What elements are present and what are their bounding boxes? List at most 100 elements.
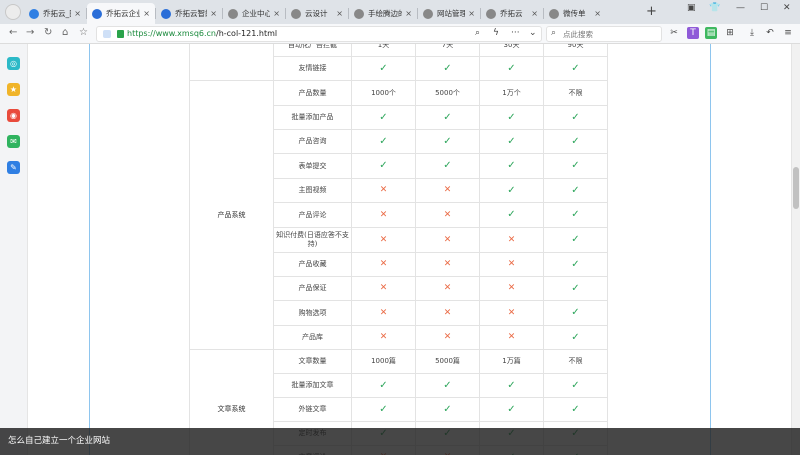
cross-icon: ✕ — [379, 259, 388, 269]
check-icon: ✓ — [571, 135, 580, 147]
tab-close-icon[interactable]: × — [405, 9, 412, 18]
cross-icon: ✕ — [415, 300, 480, 326]
browser-tab[interactable]: 乔拓云_图× — [24, 3, 86, 24]
undo-icon[interactable]: ↶ — [764, 27, 776, 39]
cross-icon: ✕ — [415, 178, 480, 203]
download-icon[interactable]: ⤓ — [746, 27, 758, 39]
cross-icon: ✕ — [379, 234, 388, 245]
check-icon: ✓ — [379, 111, 388, 123]
tab-favicon-icon — [423, 8, 433, 19]
check-icon: ✓ — [571, 62, 580, 74]
tab-close-icon[interactable]: × — [273, 9, 280, 18]
check-icon: ✓ — [507, 184, 516, 196]
feature-name-cell: 友情链接 — [273, 56, 352, 81]
browser-tab[interactable]: 乔拓云 × — [481, 3, 543, 24]
skin-icon[interactable]: 👕 — [709, 3, 720, 13]
address-bar[interactable]: https://www.xmsq6.cn/h-col-121.html ⌕ ϟ … — [96, 26, 542, 42]
tab-close-icon[interactable]: × — [143, 9, 150, 18]
weibo-icon[interactable]: ◉ — [7, 109, 20, 122]
extension-icon[interactable]: T — [687, 27, 699, 39]
favorites-star-icon[interactable]: ★ — [7, 83, 20, 96]
tab-close-icon[interactable]: × — [531, 9, 538, 18]
cross-icon: ✕ — [351, 202, 416, 228]
page-content: 自动化广告拦截 1天 7天 30天 90天 友情链接 ✓ ✓ ✓ ✓ 产品系统 产品数量 1000个 50… — [29, 44, 791, 455]
vertical-scrollbar[interactable] — [791, 44, 800, 455]
scrollbar-thumb[interactable] — [793, 167, 799, 209]
browser-tab[interactable]: 云设计 × — [286, 3, 348, 24]
url-text[interactable]: https://www.xmsq6.cn/h-col-121.html — [127, 29, 277, 38]
group-cell — [189, 44, 274, 81]
check-icon: ✓ — [415, 56, 480, 81]
check-icon: ✓ — [507, 111, 516, 123]
check-icon: ✓ — [507, 135, 516, 147]
check-icon: ✓ — [507, 160, 516, 171]
tab-close-icon[interactable]: × — [594, 9, 601, 18]
check-icon: ✓ — [415, 153, 480, 179]
search-input[interactable] — [563, 28, 659, 40]
guide-line-left — [89, 44, 90, 455]
menu-icon[interactable]: ≡ — [782, 27, 794, 39]
browser-tab[interactable]: 网站管理 × — [418, 3, 480, 24]
check-icon: ✓ — [443, 111, 452, 123]
check-icon: ✓ — [571, 111, 580, 123]
quota-cell: 1000个 — [351, 80, 416, 106]
back-icon[interactable]: ← — [9, 27, 17, 38]
tab-strip: 乔拓云_图×乔拓云企业×乔拓云智能×企业中心×云设计×手绘腾边的×网站管理×乔拓… — [24, 3, 606, 24]
check-icon: ✓ — [507, 209, 516, 220]
browser-tab[interactable]: 乔拓云企业 × — [87, 3, 155, 24]
zoom-icon[interactable]: ⌕ — [475, 28, 480, 38]
search-box[interactable]: ⌕ — [546, 26, 662, 42]
tab-close-icon[interactable]: × — [336, 9, 343, 18]
quota-cell: 不限 — [543, 80, 608, 106]
quota-cell: 1万篇 — [479, 349, 544, 374]
feature-name-cell: 产品库 — [273, 325, 352, 350]
browser-tab[interactable]: 企业中心 × — [223, 3, 285, 24]
cross-icon: ✕ — [415, 227, 480, 253]
check-icon: ✓ — [507, 379, 516, 391]
ai-assistant-icon[interactable]: ◎ — [7, 57, 20, 70]
scissors-icon[interactable]: ✂ — [668, 27, 680, 39]
tab-title: 乔拓云企业 — [106, 9, 141, 18]
minimize-icon[interactable]: — — [736, 3, 745, 13]
tab-close-icon[interactable]: × — [210, 9, 217, 18]
check-icon: ✓ — [443, 403, 452, 415]
notes-icon[interactable]: ✎ — [7, 161, 20, 174]
tab-favicon-icon — [354, 8, 364, 19]
url-path: /h-col-121.html — [216, 29, 278, 38]
cross-icon: ✕ — [507, 234, 516, 245]
check-icon: ✓ — [571, 331, 580, 343]
feature-name-cell: 产品保证 — [273, 276, 352, 301]
tab-close-icon[interactable]: × — [468, 9, 475, 18]
cross-icon: ✕ — [443, 209, 452, 220]
home-icon[interactable]: ⌂ — [62, 27, 68, 38]
maximize-icon[interactable]: ☐ — [760, 3, 768, 13]
bookmark-star-icon[interactable]: ☆ — [79, 27, 88, 38]
tab-favicon-icon — [486, 8, 496, 19]
browser-tab[interactable]: 手绘腾边的 × — [349, 3, 417, 24]
tab-close-icon[interactable]: × — [74, 9, 81, 18]
more-icon[interactable]: ··· — [511, 28, 520, 38]
browser-tab[interactable]: 乔拓云智能× — [156, 3, 222, 24]
cross-icon: ✕ — [379, 283, 388, 293]
check-icon: ✓ — [379, 379, 388, 391]
check-icon: ✓ — [415, 397, 480, 422]
quota-cell: 1天 — [351, 44, 416, 57]
forward-icon[interactable]: → — [26, 27, 34, 38]
cross-icon: ✕ — [379, 332, 388, 342]
chevron-down-icon[interactable]: ⌄ — [529, 28, 537, 38]
close-window-icon[interactable]: ✕ — [783, 3, 791, 13]
lightning-icon[interactable]: ϟ — [493, 28, 499, 38]
check-icon: ✓ — [543, 153, 608, 179]
grid-apps-icon[interactable]: ⊞ — [724, 27, 736, 39]
tab-favicon-icon — [228, 8, 238, 19]
reload-icon[interactable]: ↻ — [44, 27, 52, 38]
browser-logo-icon[interactable] — [5, 4, 21, 20]
check-icon: ✓ — [443, 62, 452, 74]
tab-list-icon[interactable]: ▣ — [687, 3, 696, 13]
browser-tab[interactable]: 微传单 × — [544, 3, 606, 24]
mail-icon[interactable]: ✉ — [7, 135, 20, 148]
translate-icon[interactable]: ▤ — [705, 27, 717, 39]
feature-name-cell: 产品咨询 — [273, 129, 352, 154]
new-tab-button[interactable]: + — [646, 4, 657, 19]
cross-icon: ✕ — [443, 332, 452, 342]
